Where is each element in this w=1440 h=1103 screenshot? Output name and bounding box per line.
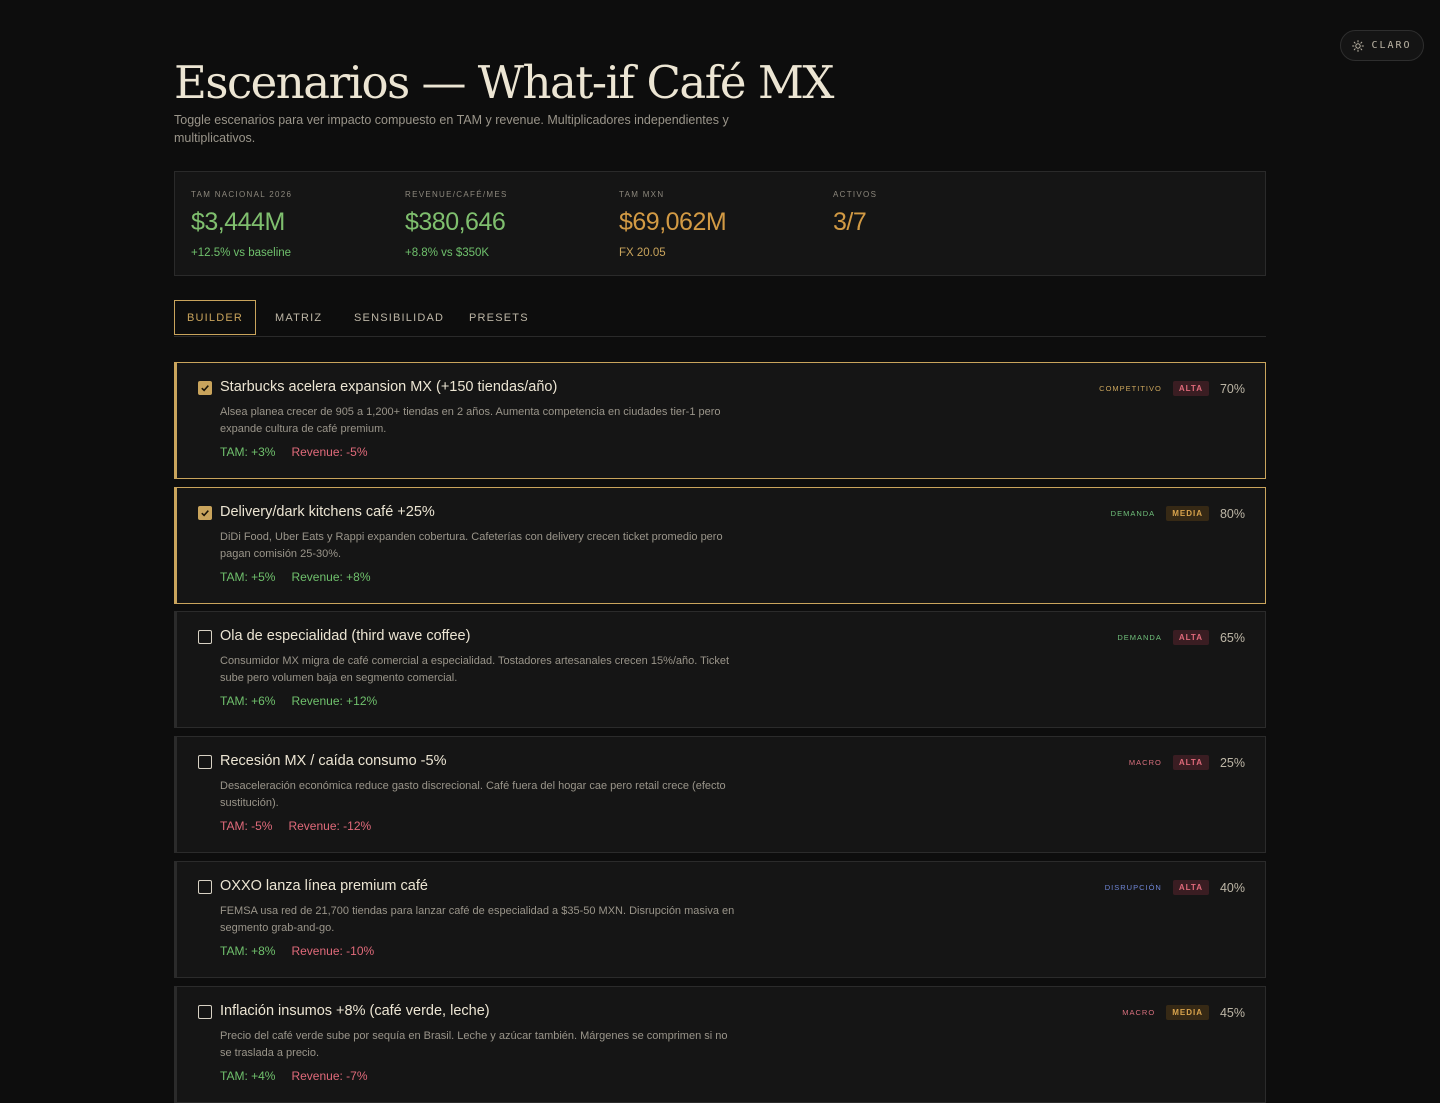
tam-impact: TAM: -5% — [220, 819, 273, 833]
scenario-description: Precio del café verde sube por sequía en… — [220, 1030, 728, 1059]
scenario-checkbox[interactable] — [198, 506, 212, 520]
kpi-label: ACTIVOS — [833, 190, 878, 199]
tab-sensibilidad[interactable]: SENSIBILIDAD — [354, 300, 444, 335]
tab-bar: BUILDER MATRIZ SENSIBILIDAD PRESETS — [174, 300, 1266, 337]
scenario-card[interactable]: Recesión MX / caída consumo -5% Desacele… — [174, 736, 1266, 853]
scenario-impacts: TAM: +5% Revenue: +8% — [220, 570, 371, 584]
theme-toggle-label: CLARO — [1371, 40, 1412, 51]
category-tag: MACRO — [1128, 758, 1162, 767]
kpi-value: 3/7 — [833, 208, 867, 236]
kpi-note: +12.5% vs baseline — [191, 247, 292, 259]
probability: 40% — [1219, 880, 1245, 895]
scenario-meta: COMPETITIVO ALTA 70% — [1099, 381, 1245, 396]
priority-badge: ALTA — [1172, 630, 1209, 645]
scenario-checkbox[interactable] — [198, 381, 212, 395]
kpi-tam-nacional: TAM NACIONAL 2026 $3,444M +12.5% vs base… — [191, 190, 292, 259]
kpi-label: TAM MXN — [619, 190, 665, 199]
scenario-meta: DEMANDA ALTA 65% — [1117, 630, 1245, 645]
tab-builder[interactable]: BUILDER — [174, 300, 256, 335]
probability: 65% — [1219, 630, 1245, 645]
probability: 45% — [1219, 1005, 1245, 1020]
scenario-title: OXXO lanza línea premium café — [220, 878, 428, 894]
probability: 80% — [1219, 506, 1245, 521]
scenario-title: Delivery/dark kitchens café +25% — [220, 504, 435, 520]
tam-impact: TAM: +5% — [220, 570, 276, 584]
revenue-impact: Revenue: -10% — [291, 944, 375, 958]
tam-impact: TAM: +8% — [220, 944, 276, 958]
category-tag: DEMANDA — [1110, 509, 1156, 518]
scenario-checkbox[interactable] — [198, 630, 212, 644]
category-tag: COMPETITIVO — [1099, 384, 1162, 393]
scenario-card[interactable]: OXXO lanza línea premium café FEMSA usa … — [174, 861, 1266, 978]
scenario-card[interactable]: Inflación insumos +8% (café verde, leche… — [174, 986, 1266, 1103]
page-subtitle: Toggle escenarios para ver impacto compu… — [174, 113, 729, 145]
scenario-meta: MACRO ALTA 25% — [1129, 755, 1245, 770]
scenario-checkbox[interactable] — [198, 880, 212, 894]
kpi-panel: TAM NACIONAL 2026 $3,444M +12.5% vs base… — [174, 171, 1266, 276]
scenario-checkbox[interactable] — [198, 755, 212, 769]
probability: 70% — [1219, 381, 1245, 396]
page-title: Escenarios — What-if Café MX — [174, 56, 834, 109]
scenario-card[interactable]: Delivery/dark kitchens café +25% DiDi Fo… — [174, 487, 1266, 604]
sun-icon — [1352, 39, 1365, 52]
priority-badge: ALTA — [1172, 880, 1209, 895]
category-tag: MACRO — [1122, 1008, 1156, 1017]
scenario-impacts: TAM: +4% Revenue: -7% — [220, 1069, 368, 1083]
kpi-label: TAM NACIONAL 2026 — [191, 190, 293, 199]
scenario-meta: DEMANDA MEDIA 80% — [1111, 506, 1245, 521]
scenario-meta: DISRUPCIÓN ALTA 40% — [1105, 880, 1245, 895]
revenue-impact: Revenue: -5% — [291, 445, 368, 459]
priority-badge: ALTA — [1172, 755, 1209, 770]
kpi-label: REVENUE/CAFÉ/MES — [405, 190, 508, 199]
scenario-description: DiDi Food, Uber Eats y Rappi expanden co… — [220, 531, 723, 560]
priority-badge: MEDIA — [1166, 1005, 1209, 1020]
scenario-title: Starbucks acelera expansion MX (+150 tie… — [220, 379, 558, 395]
scenario-impacts: TAM: +3% Revenue: -5% — [220, 445, 368, 459]
scenario-description: Desaceleración económica reduce gasto di… — [220, 780, 726, 809]
scenario-description: Alsea planea crecer de 905 a 1,200+ tien… — [220, 406, 721, 435]
scenario-card[interactable]: Starbucks acelera expansion MX (+150 tie… — [174, 362, 1266, 479]
scenario-meta: MACRO MEDIA 45% — [1122, 1005, 1245, 1020]
revenue-impact: Revenue: +8% — [291, 570, 371, 584]
tab-presets[interactable]: PRESETS — [469, 300, 529, 335]
scenario-checkbox[interactable] — [198, 1005, 212, 1019]
scenario-description: Consumidor MX migra de café comercial a … — [220, 655, 730, 684]
kpi-value: $69,062M — [619, 208, 727, 236]
tam-impact: TAM: +6% — [220, 694, 276, 708]
kpi-value: $3,444M — [191, 208, 285, 236]
scenario-impacts: TAM: +6% Revenue: +12% — [220, 694, 377, 708]
priority-badge: ALTA — [1172, 381, 1209, 396]
scenario-impacts: TAM: +8% Revenue: -10% — [220, 944, 374, 958]
scenario-title: Recesión MX / caída consumo -5% — [220, 753, 447, 769]
probability: 25% — [1219, 755, 1245, 770]
tam-impact: TAM: +4% — [220, 1069, 276, 1083]
check-icon — [201, 385, 209, 392]
kpi-activos: ACTIVOS 3/7 — [833, 190, 877, 247]
category-tag: DISRUPCIÓN — [1104, 883, 1162, 892]
kpi-value: $380,646 — [405, 208, 506, 236]
scenario-title: Ola de especialidad (third wave coffee) — [220, 628, 471, 644]
theme-toggle-button[interactable]: CLARO — [1340, 30, 1424, 61]
kpi-note: +8.8% vs $350K — [405, 247, 490, 259]
scenario-description: FEMSA usa red de 21,700 tiendas para lan… — [220, 905, 735, 934]
tam-impact: TAM: +3% — [220, 445, 276, 459]
scenario-title: Inflación insumos +8% (café verde, leche… — [220, 1003, 490, 1019]
kpi-tam-mxn: TAM MXN $69,062M FX 20.05 — [619, 190, 727, 259]
check-icon — [201, 510, 209, 517]
priority-badge: MEDIA — [1166, 506, 1209, 521]
scenario-impacts: TAM: -5% Revenue: -12% — [220, 819, 371, 833]
kpi-note: FX 20.05 — [619, 247, 666, 259]
category-tag: DEMANDA — [1117, 633, 1162, 642]
tab-matriz[interactable]: MATRIZ — [275, 300, 322, 335]
revenue-impact: Revenue: -7% — [291, 1069, 368, 1083]
scenario-card[interactable]: Ola de especialidad (third wave coffee) … — [174, 611, 1266, 728]
kpi-revenue-cafe: REVENUE/CAFÉ/MES $380,646 +8.8% vs $350K — [405, 190, 508, 259]
revenue-impact: Revenue: -12% — [288, 819, 372, 833]
revenue-impact: Revenue: +12% — [291, 694, 378, 708]
